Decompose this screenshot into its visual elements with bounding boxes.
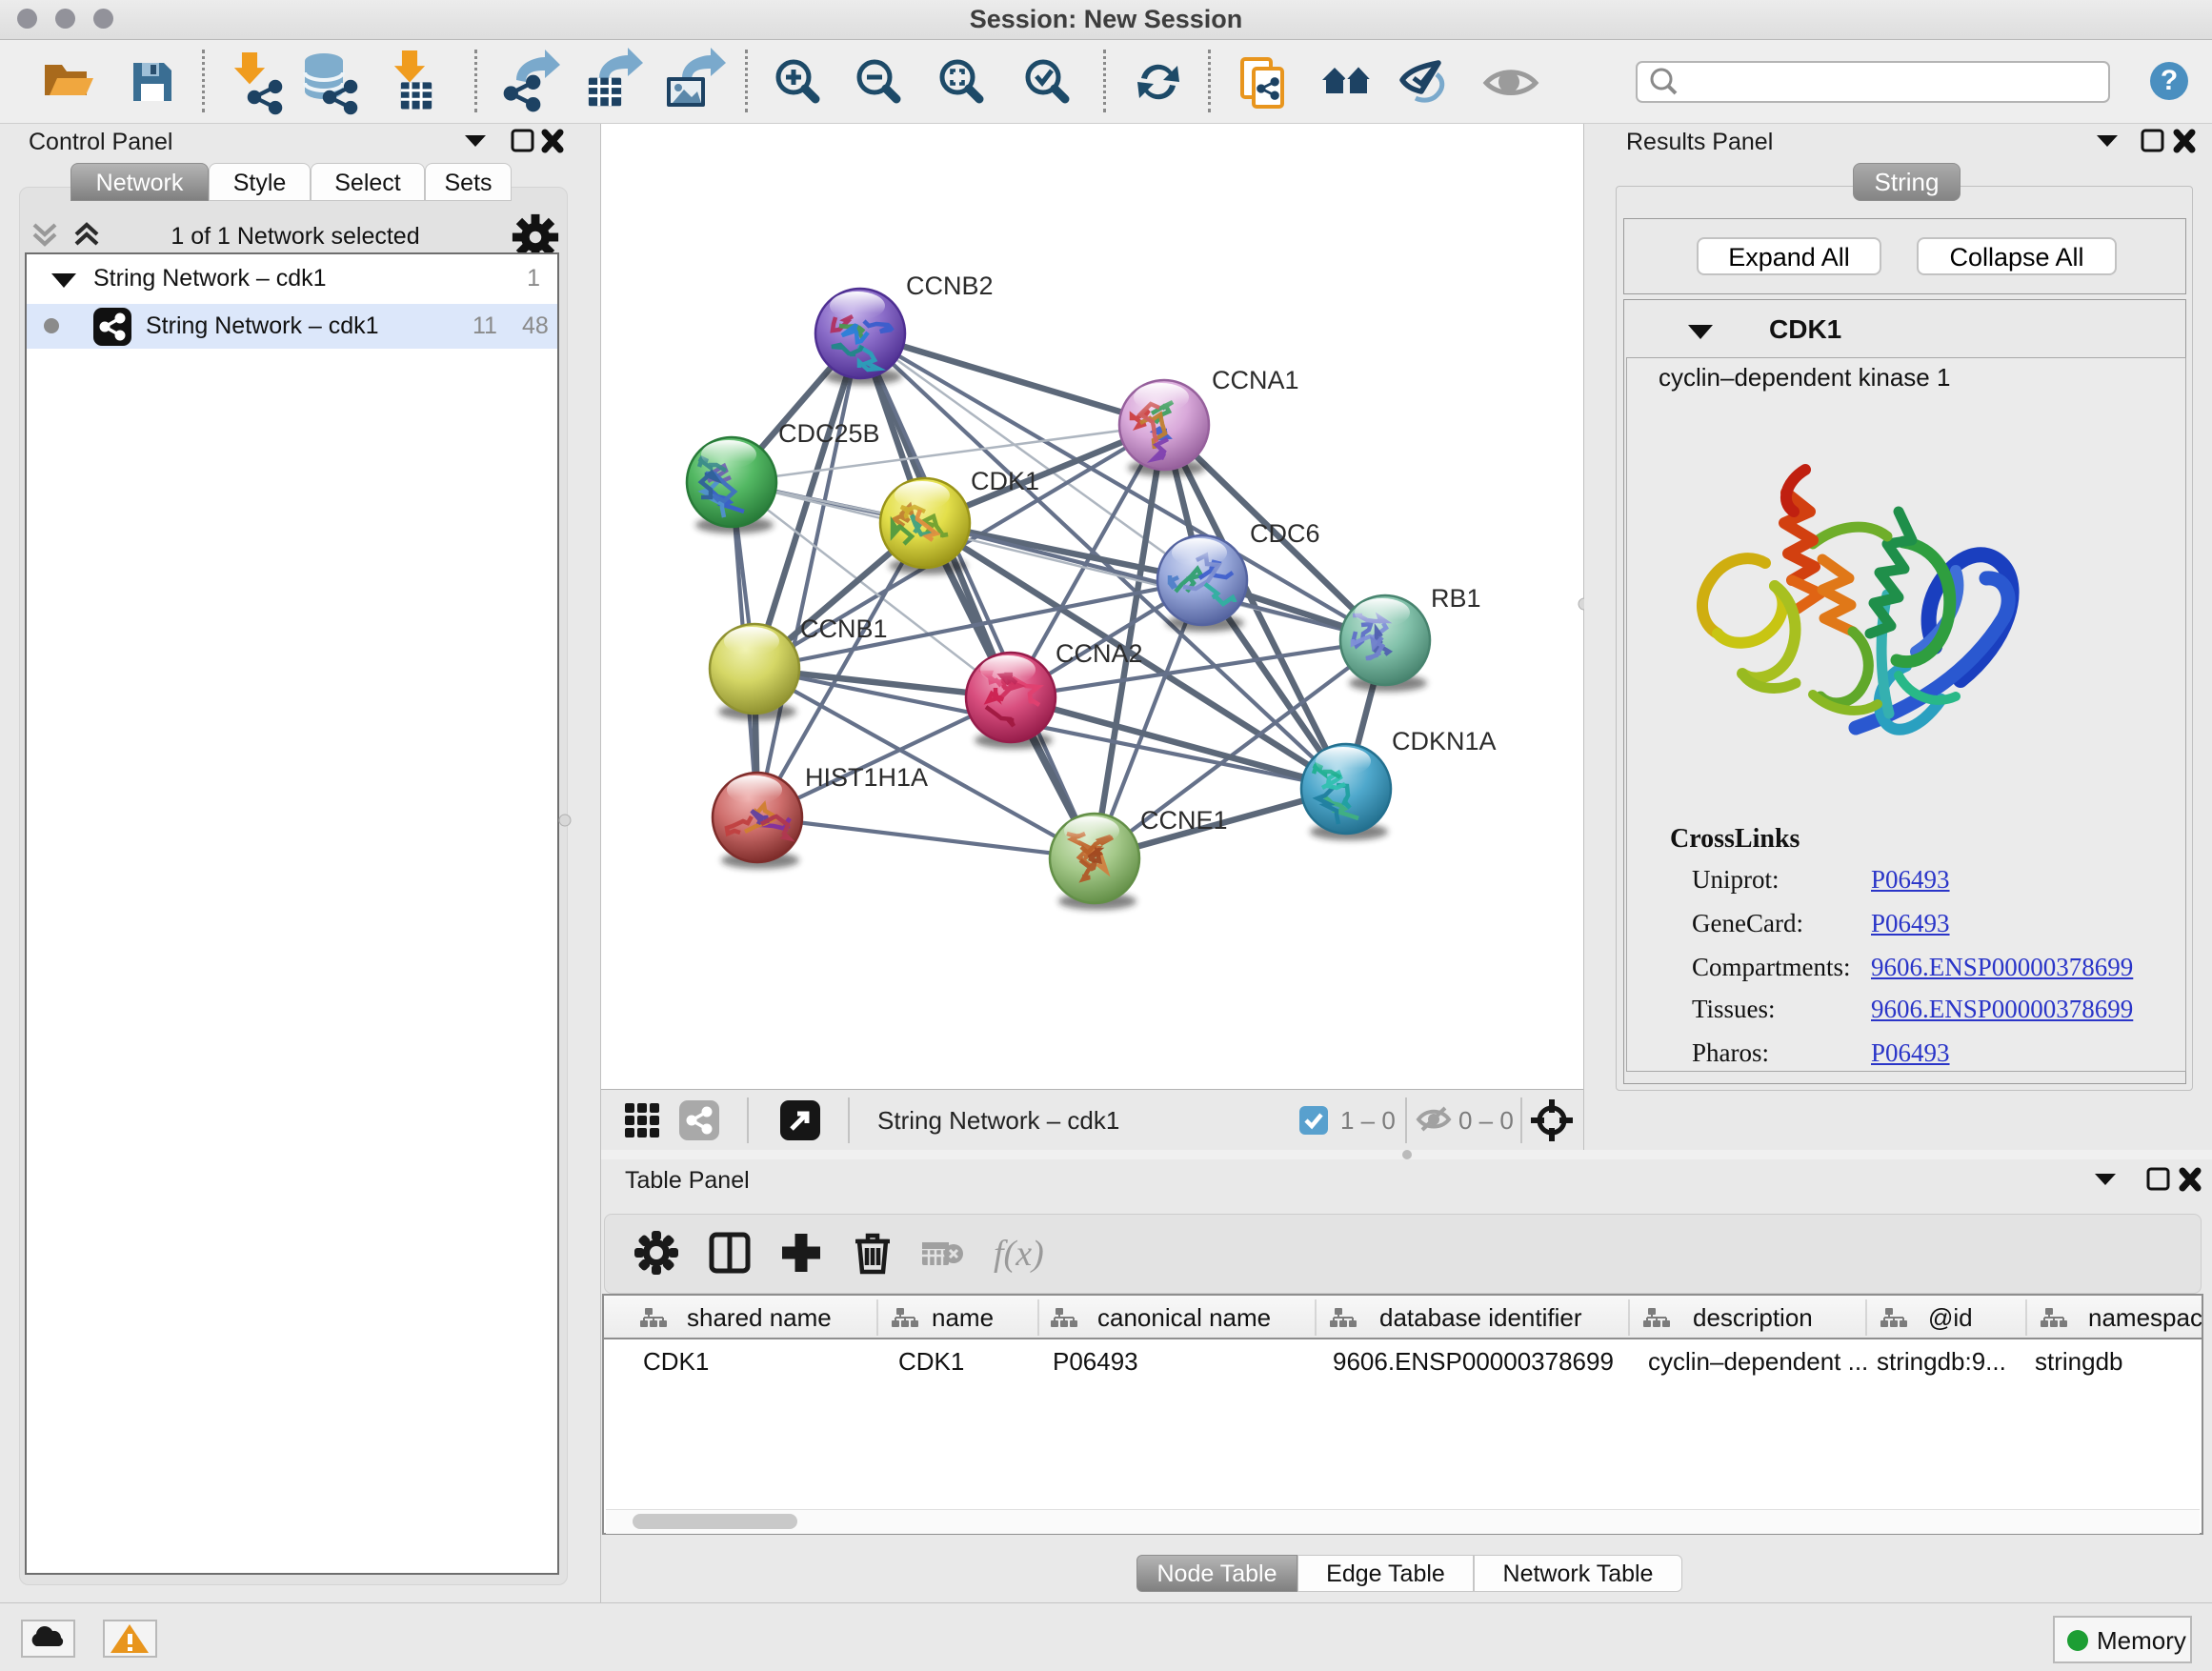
svg-text:f(x): f(x) (994, 1234, 1044, 1274)
svg-text:cyclin–dependent ...: cyclin–dependent ... (1648, 1347, 1868, 1376)
svg-text:CCNA2: CCNA2 (1056, 639, 1143, 668)
svg-text:CDK1: CDK1 (898, 1347, 964, 1376)
svg-text:CDKN1A: CDKN1A (1392, 727, 1497, 755)
svg-text:CCNB2: CCNB2 (906, 272, 994, 300)
svg-text:P06493: P06493 (1053, 1347, 1138, 1376)
svg-text:HIST1H1A: HIST1H1A (805, 763, 928, 792)
svg-text:CDK1: CDK1 (971, 467, 1039, 495)
svg-text:CDC6: CDC6 (1250, 519, 1320, 548)
svg-text:@id: @id (1928, 1303, 1973, 1332)
svg-text:String Network – cdk1: String Network – cdk1 (877, 1106, 1119, 1135)
svg-text:RB1: RB1 (1431, 584, 1481, 613)
svg-text:name: name (932, 1303, 994, 1332)
svg-text:9606.ENSP00000378699: 9606.ENSP00000378699 (1333, 1347, 1614, 1376)
svg-text:CDK1: CDK1 (643, 1347, 709, 1376)
svg-text:stringdb: stringdb (2035, 1347, 2123, 1376)
svg-text:?: ? (2161, 65, 2178, 96)
svg-text:canonical name: canonical name (1097, 1303, 1271, 1332)
svg-text:CCNE1: CCNE1 (1140, 806, 1228, 835)
svg-text:stringdb:9...: stringdb:9... (1877, 1347, 2006, 1376)
svg-text:CCNA1: CCNA1 (1212, 366, 1299, 394)
svg-text:shared name: shared name (687, 1303, 832, 1332)
svg-text:CCNB1: CCNB1 (800, 614, 888, 643)
svg-text:CDC25B: CDC25B (778, 419, 880, 448)
svg-text:0 – 0: 0 – 0 (1458, 1106, 1514, 1135)
svg-text:description: description (1693, 1303, 1813, 1332)
svg-text:database identifier: database identifier (1379, 1303, 1582, 1332)
svg-text:namespac: namespac (2088, 1303, 2202, 1332)
svg-text:1 – 0: 1 – 0 (1340, 1106, 1396, 1135)
